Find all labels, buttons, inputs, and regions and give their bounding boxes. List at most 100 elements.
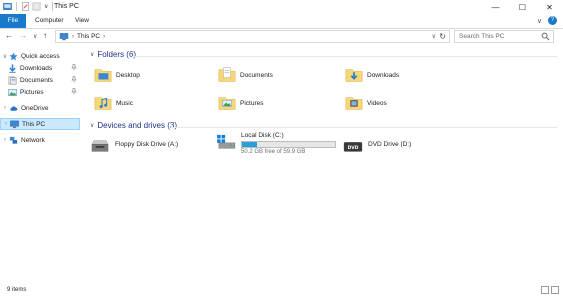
forward-button[interactable]: →: [19, 31, 27, 40]
help-icon[interactable]: ?: [548, 16, 557, 25]
collapse-chevron-icon[interactable]: ∨: [1, 53, 9, 60]
nav-quick-documents[interactable]: Documents: [0, 74, 80, 86]
toolbar-divider: [16, 2, 17, 11]
search-icon: [541, 32, 550, 41]
device-floppy[interactable]: Floppy Disk Drive (A:): [90, 136, 178, 154]
folder-label: Videos: [367, 99, 387, 107]
desktop-folder-icon: [94, 69, 112, 82]
properties-icon[interactable]: [21, 2, 30, 11]
tab-file[interactable]: File: [0, 14, 26, 28]
nav-quick-access[interactable]: ∨ Quick access: [0, 50, 80, 62]
devices-group-title: Devices and drives (3): [97, 121, 177, 130]
folder-label: Music: [116, 99, 133, 107]
device-label: Floppy Disk Drive (A:): [115, 141, 179, 148]
star-icon: [9, 51, 18, 60]
folder-label: Desktop: [116, 71, 140, 79]
address-bar[interactable]: › This PC › ∨ ↻: [55, 30, 450, 43]
details-view-button[interactable]: [541, 286, 549, 294]
title-bar: ∨ This PC — ☐ ✕: [0, 0, 563, 14]
minimize-button[interactable]: —: [482, 0, 509, 14]
expand-chevron-icon[interactable]: ›: [1, 105, 9, 111]
nav-this-pc-label: This PC: [22, 120, 46, 128]
nav-quick-documents-label: Documents: [20, 76, 53, 84]
downloads-folder-icon: [345, 69, 363, 82]
customize-toolbar-dropdown[interactable]: ∨: [44, 3, 48, 10]
device-info: Floppy Disk Drive (A:): [115, 136, 178, 148]
collapse-chevron-icon[interactable]: ∨: [90, 51, 94, 58]
large-icons-view-button[interactable]: [551, 286, 559, 294]
window-title: This PC: [54, 3, 79, 10]
local-disk-icon: [217, 134, 236, 149]
cloud-icon: [10, 105, 18, 111]
ribbon-right-controls: ∨ ?: [537, 16, 557, 25]
breadcrumb-separator[interactable]: ›: [72, 34, 74, 40]
ribbon: File Computer View ∨ ?: [0, 14, 563, 29]
pictures-icon: [8, 88, 17, 96]
devices-group-header[interactable]: ∨ Devices and drives (3): [90, 121, 177, 130]
pin-icon[interactable]: [71, 87, 77, 97]
expand-chevron-icon[interactable]: ›: [2, 121, 10, 127]
folder-label: Downloads: [367, 71, 400, 79]
folders-group-header[interactable]: ∨ Folders (6): [90, 50, 136, 59]
back-button[interactable]: ←: [5, 31, 13, 40]
close-button[interactable]: ✕: [536, 0, 563, 14]
nav-quick-access-label: Quick access: [21, 52, 60, 60]
expand-chevron-icon[interactable]: ›: [1, 137, 9, 143]
view-toggle: [541, 286, 559, 294]
documents-icon: [8, 76, 17, 84]
nav-quick-downloads-label: Downloads: [20, 64, 53, 72]
breadcrumb-this-pc[interactable]: This PC: [77, 33, 100, 40]
device-info: Local Disk (C:) 50.2 GB free of 59.9 GB: [241, 132, 336, 155]
dvd-badge: DVD: [348, 145, 359, 151]
group-divider: [171, 127, 557, 128]
window-controls: — ☐ ✕: [482, 0, 563, 14]
explorer-app-icon[interactable]: [3, 2, 12, 11]
status-bar: 9 items: [0, 285, 563, 296]
music-folder-icon: [94, 97, 112, 110]
pin-icon[interactable]: [71, 75, 77, 85]
dvd-drive-icon: DVD: [343, 142, 363, 152]
nav-network[interactable]: › Network: [0, 134, 80, 146]
nav-this-pc[interactable]: › This PC: [0, 118, 80, 130]
maximize-button[interactable]: ☐: [509, 0, 536, 14]
nav-onedrive[interactable]: › OneDrive: [0, 102, 80, 114]
this-pc-icon: [59, 32, 69, 40]
folders-group-title: Folders (6): [97, 50, 137, 59]
recent-locations-button[interactable]: ∨: [33, 33, 37, 40]
disk-free-space: 50.2 GB free of 59.9 GB: [241, 149, 306, 155]
folder-label: Documents: [240, 71, 273, 79]
folder-documents[interactable]: Documents: [218, 66, 273, 84]
folder-music[interactable]: Music: [94, 94, 133, 112]
computer-icon: [10, 120, 19, 128]
nav-quick-downloads[interactable]: Downloads: [0, 62, 80, 74]
nav-network-label: Network: [21, 136, 45, 144]
search-input[interactable]: Search This PC: [459, 33, 504, 40]
pictures-folder-icon: [218, 97, 236, 110]
collapse-chevron-icon[interactable]: ∨: [90, 122, 94, 129]
tab-computer[interactable]: Computer: [35, 14, 64, 28]
network-icon: [9, 136, 18, 144]
breadcrumb-separator[interactable]: ›: [103, 34, 105, 40]
device-dvd[interactable]: DVD DVD Drive (D:): [343, 136, 411, 154]
folder-desktop[interactable]: Desktop: [94, 66, 140, 84]
folder-videos[interactable]: Videos: [345, 94, 387, 112]
device-label: Local Disk (C:): [241, 132, 284, 139]
new-folder-icon[interactable]: [32, 2, 41, 11]
up-button[interactable]: ↑: [43, 31, 47, 40]
nav-quick-pictures[interactable]: Pictures: [0, 86, 80, 98]
content-area: ∨ Folders (6) Desktop Documents Download…: [85, 45, 563, 285]
refresh-button[interactable]: ↻: [439, 32, 446, 41]
videos-folder-icon: [345, 97, 363, 110]
folder-pictures[interactable]: Pictures: [218, 94, 263, 112]
documents-folder-icon: [218, 67, 236, 82]
navigation-pane: ∨ Quick access Downloads Documents Pictu…: [0, 45, 80, 285]
pin-icon[interactable]: [71, 63, 77, 73]
nav-onedrive-label: OneDrive: [21, 104, 49, 112]
folder-label: Pictures: [240, 99, 264, 107]
search-box[interactable]: Search This PC: [454, 30, 554, 43]
folder-downloads[interactable]: Downloads: [345, 66, 399, 84]
expand-ribbon-button[interactable]: ∨: [537, 17, 542, 25]
device-local-disk[interactable]: Local Disk (C:) 50.2 GB free of 59.9 GB: [216, 132, 336, 155]
address-history-dropdown[interactable]: ∨: [432, 33, 436, 40]
tab-view[interactable]: View: [75, 14, 89, 28]
